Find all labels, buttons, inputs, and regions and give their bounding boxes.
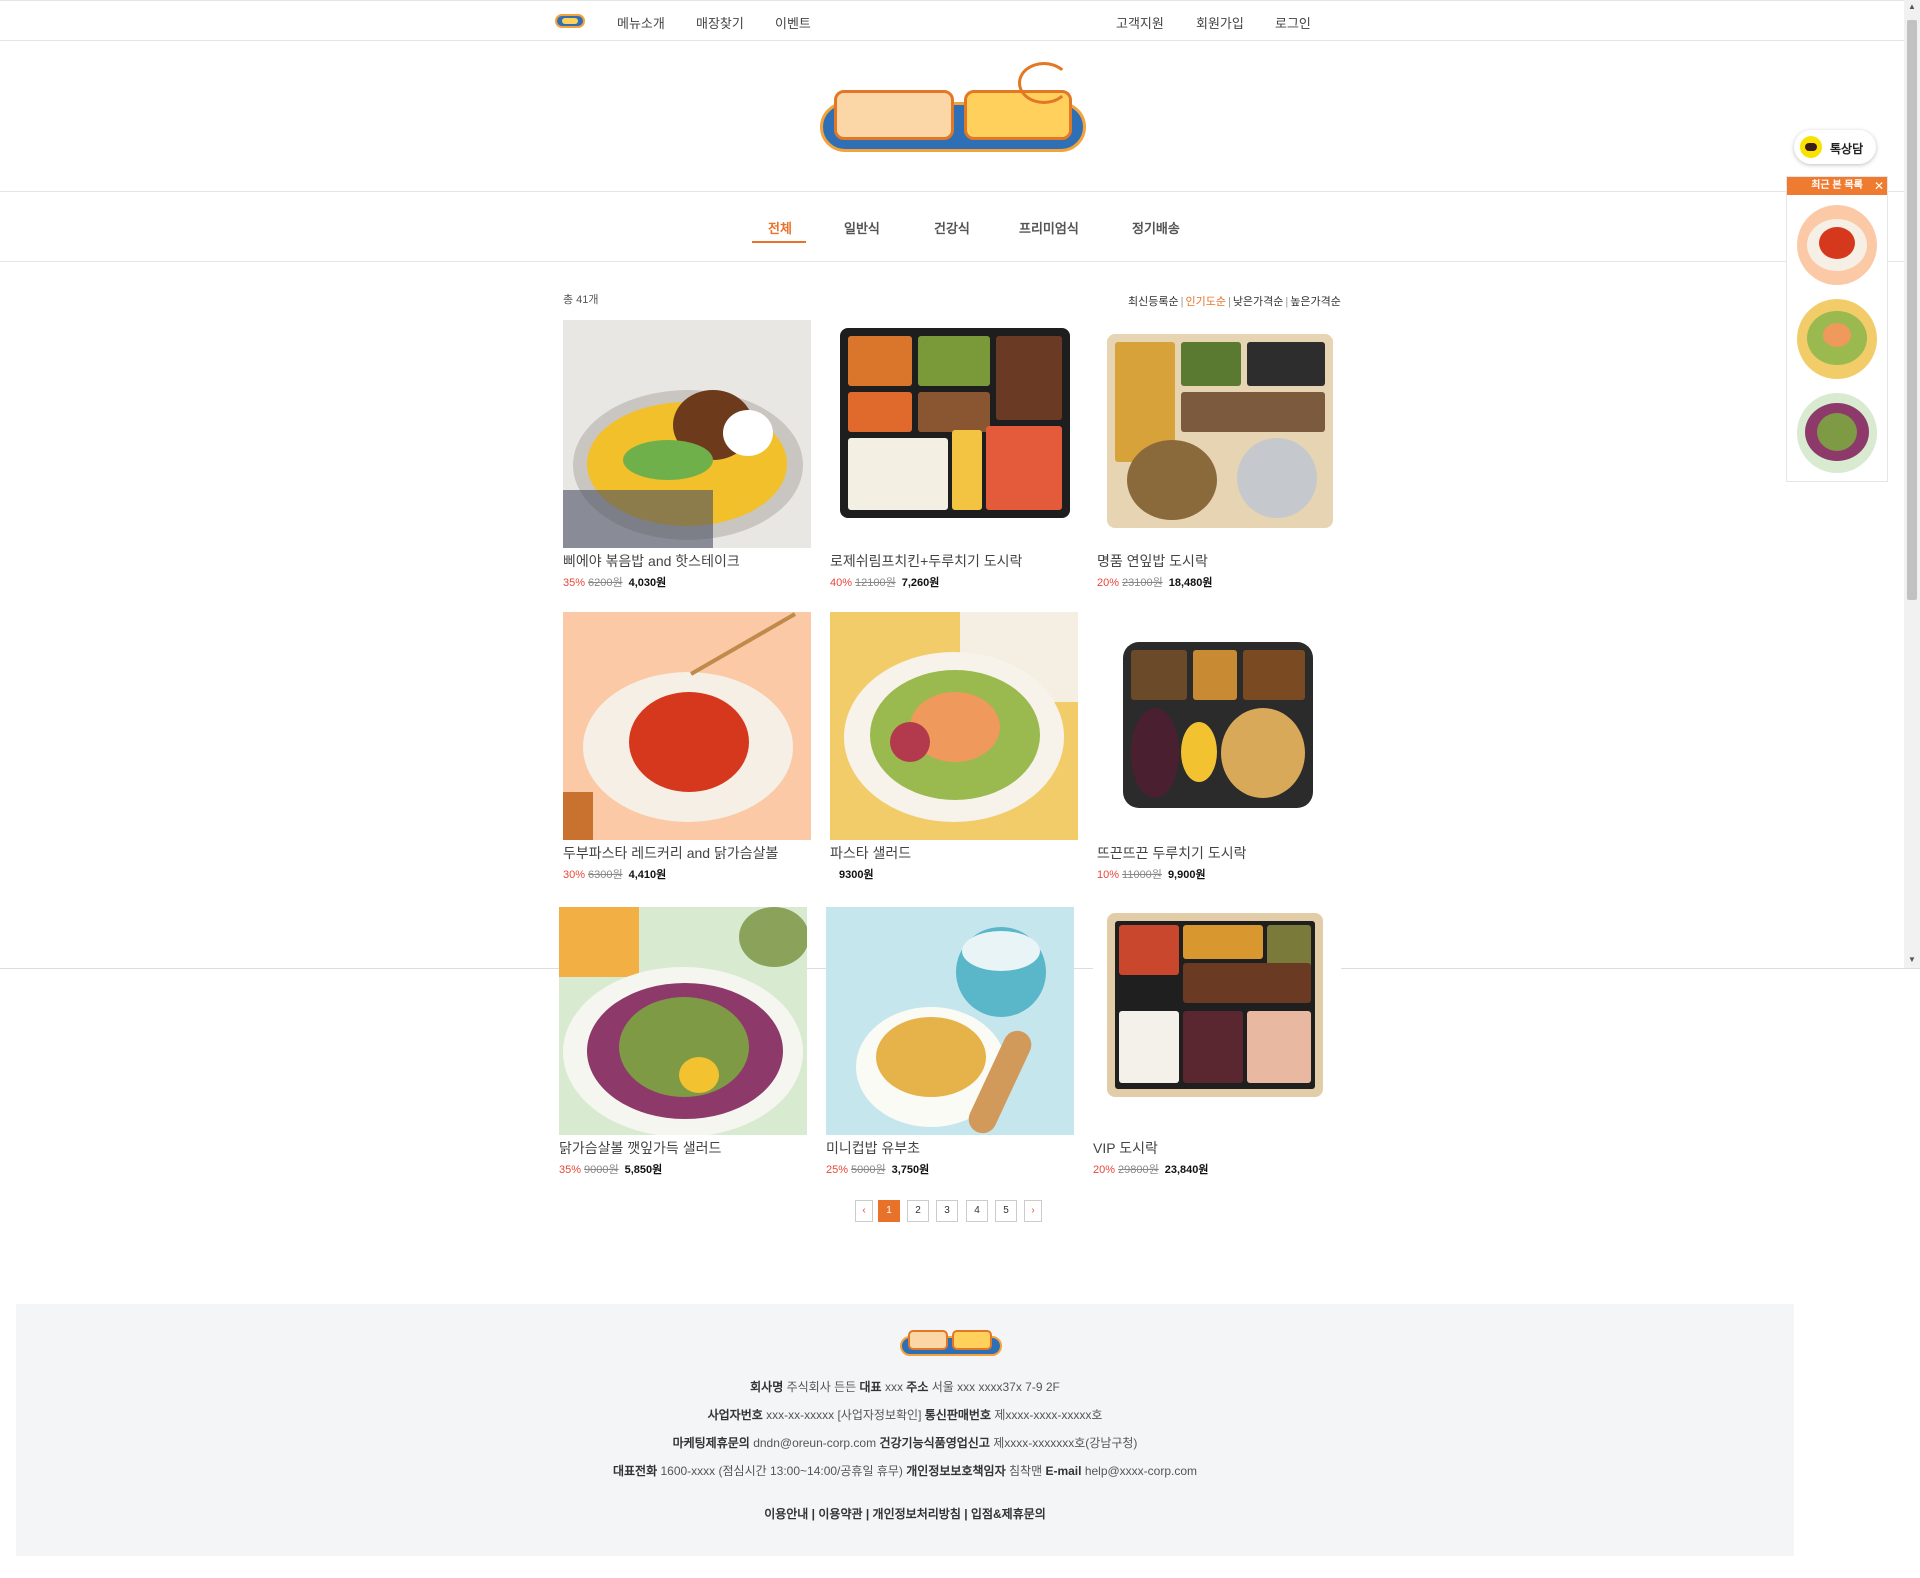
product-name[interactable]: VIP 도시락 xyxy=(1093,1138,1341,1158)
page-3[interactable]: 3 xyxy=(936,1200,958,1222)
footer-company-info: 회사명 주식회사 든든 대표 xxx 주소 서울 xxx xxxx37x 7-9… xyxy=(750,1380,1060,1394)
tab-healthy[interactable]: 건강식 xyxy=(934,218,970,237)
sort-popular[interactable]: 인기도순 xyxy=(1185,296,1225,308)
product-card[interactable]: 삐에야 볶음밥 and 핫스테이크 35% 6200원 4,030원 xyxy=(563,320,811,590)
nav-login[interactable]: 로그인 xyxy=(1275,13,1311,32)
sort-newest[interactable]: 최신등록순 xyxy=(1128,296,1179,308)
tab-all[interactable]: 전체 xyxy=(768,218,792,237)
product-name[interactable]: 두부파스타 레드커리 and 닭가슴살볼 xyxy=(563,843,811,863)
product-price: 20% 29800원 23,840원 xyxy=(1093,1164,1209,1176)
scroll-up-arrow-icon[interactable]: ▲ xyxy=(1908,2,1916,11)
product-price: 40% 12100원 7,260원 xyxy=(830,577,940,589)
product-image[interactable] xyxy=(830,320,1078,548)
nav-event[interactable]: 이벤트 xyxy=(775,13,811,32)
page: { "topnav": { "logo_alt": "든든", "left": … xyxy=(0,0,1920,1578)
product-card[interactable]: 뜨끈뜨끈 두루치기 도시락 10% 11000원 9,900원 xyxy=(1097,612,1345,882)
scrollbar-thumb[interactable] xyxy=(1907,20,1917,600)
nav-menu-intro[interactable]: 메뉴소개 xyxy=(617,13,665,32)
product-card[interactable]: 미니컵밥 유부초 25% 5000원 3,750원 xyxy=(826,907,1074,1177)
product-price: 35% 6200원 4,030원 xyxy=(563,577,667,589)
product-price: 35% 9000원 5,850원 xyxy=(559,1164,663,1176)
product-name[interactable]: 삐에야 볶음밥 and 핫스테이크 xyxy=(563,551,811,571)
nav-store-finder[interactable]: 매장찾기 xyxy=(696,13,744,32)
product-image[interactable] xyxy=(1093,907,1341,1135)
recently-viewed-panel: 최근 본 목록 ✕ xyxy=(1786,176,1888,482)
product-card[interactable]: 닭가슴살볼 깻잎가득 샐러드 35% 9000원 5,850원 xyxy=(559,907,807,1177)
product-image[interactable] xyxy=(563,612,811,840)
product-price: 10% 11000원 9,900원 xyxy=(1097,869,1206,881)
product-name[interactable]: 파스타 샐러드 xyxy=(830,843,1078,863)
product-name[interactable]: 명품 연잎밥 도시락 xyxy=(1097,551,1345,571)
page-4[interactable]: 4 xyxy=(966,1200,988,1222)
product-card[interactable]: 파스타 샐러드 9300원 xyxy=(830,612,1078,882)
footer-links[interactable]: 이용안내 | 이용약관 | 개인정보처리방침 | 입점&제휴문의 xyxy=(16,1505,1794,1522)
tab-premium[interactable]: 프리미엄식 xyxy=(1019,218,1079,237)
product-image[interactable] xyxy=(1097,320,1345,548)
product-name[interactable]: 뜨끈뜨끈 두루치기 도시락 xyxy=(1097,843,1345,863)
footer-logo xyxy=(900,1320,1002,1358)
product-card[interactable]: VIP 도시락 20% 29800원 23,840원 xyxy=(1093,907,1341,1177)
product-name[interactable]: 로제쉬림프치킨+두루치기 도시락 xyxy=(830,551,1078,571)
product-price: 30% 6300원 4,410원 xyxy=(563,869,667,881)
product-image[interactable] xyxy=(1097,612,1345,840)
fork-spoon-icon xyxy=(1018,62,1070,104)
pagination-prev-icon[interactable]: ‹ xyxy=(855,1200,873,1222)
page-1[interactable]: 1 xyxy=(878,1200,900,1222)
product-price: 20% 23100원 18,480원 xyxy=(1097,577,1213,589)
active-tab-indicator xyxy=(752,241,806,243)
product-image[interactable] xyxy=(563,320,811,548)
chat-bubble-icon xyxy=(1800,136,1822,158)
page-2[interactable]: 2 xyxy=(907,1200,929,1222)
sort-options: 최신등록순 | 인기도순 | 낮은가격순 | 높은가격순 xyxy=(1128,296,1341,308)
chat-consult-label: 톡상담 xyxy=(1830,142,1864,156)
recent-item-thumbnail[interactable] xyxy=(1797,299,1877,379)
category-tabs: 전체 일반식 건강식 프리미엄식 정기배송 xyxy=(0,192,1904,262)
tab-regular[interactable]: 일반식 xyxy=(844,218,880,237)
chat-consult-button[interactable]: 톡상담 xyxy=(1794,130,1876,164)
sort-price-high[interactable]: 높은가격순 xyxy=(1290,296,1341,308)
footer-business-info: 사업자번호 xxx-xx-xxxxx [사업자정보확인] 통신판매번호 제xxx… xyxy=(707,1408,1103,1422)
footer: 회사명 주식회사 든든 대표 xxx 주소 서울 xxx xxxx37x 7-9… xyxy=(16,1304,1794,1556)
pagination-next-icon[interactable]: › xyxy=(1024,1200,1042,1222)
recently-viewed-header: 최근 본 목록 ✕ xyxy=(1787,177,1887,195)
close-icon[interactable]: ✕ xyxy=(1874,177,1884,195)
scrollbar[interactable]: ▲ ▼ xyxy=(1904,0,1920,968)
product-card[interactable]: 로제쉬림프치킨+두루치기 도시락 40% 12100원 7,260원 xyxy=(830,320,1078,590)
top-nav-logo[interactable] xyxy=(555,14,585,28)
product-image[interactable] xyxy=(830,612,1078,840)
product-card[interactable]: 두부파스타 레드커리 and 닭가슴살볼 30% 6300원 4,410원 xyxy=(563,612,811,882)
product-card[interactable]: 명품 연잎밥 도시락 20% 23100원 18,480원 xyxy=(1097,320,1345,590)
product-name[interactable]: 미니컵밥 유부초 xyxy=(826,1138,1074,1158)
product-price: 25% 5000원 3,750원 xyxy=(826,1164,930,1176)
product-name[interactable]: 닭가슴살볼 깻잎가득 샐러드 xyxy=(559,1138,807,1158)
page-5[interactable]: 5 xyxy=(995,1200,1017,1222)
sort-price-low[interactable]: 낮은가격순 xyxy=(1233,296,1284,308)
footer-phone-info: 대표전화 1600-xxxx (점심시간 13:00~14:00/공휴일 휴무)… xyxy=(612,1464,1198,1478)
nav-signup[interactable]: 회원가입 xyxy=(1196,13,1244,32)
main-logo[interactable] xyxy=(818,62,1088,154)
top-nav: 메뉴소개 매장찾기 이벤트 고객지원 회원가입 로그인 xyxy=(0,0,1904,41)
tab-subscription[interactable]: 정기배송 xyxy=(1132,218,1180,237)
recent-item-thumbnail[interactable] xyxy=(1797,393,1877,473)
nav-customer-support[interactable]: 고객지원 xyxy=(1116,13,1164,32)
scroll-down-arrow-icon[interactable]: ▼ xyxy=(1908,955,1916,964)
product-image[interactable] xyxy=(826,907,1074,1135)
recent-item-thumbnail[interactable] xyxy=(1797,205,1877,285)
product-count: 총 41개 xyxy=(563,294,599,306)
product-image[interactable] xyxy=(559,907,807,1135)
product-price: 9300원 xyxy=(839,869,874,881)
footer-contact-info: 마케팅제휴문의 dndn@oreun-corp.com 건강기능식품영업신고 제… xyxy=(672,1436,1138,1450)
